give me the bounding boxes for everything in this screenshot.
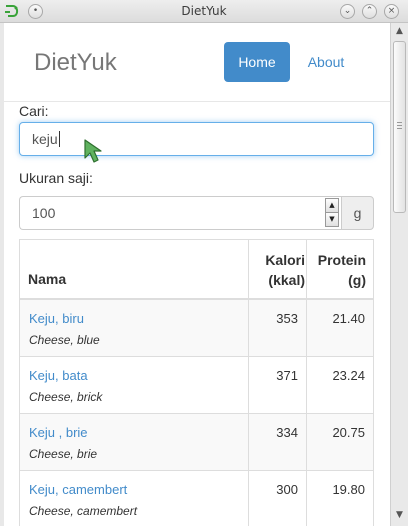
increment-arrow-icon[interactable]: ▲ (325, 198, 339, 213)
food-english-name: Cheese, brie (29, 447, 98, 461)
table-row: Keju, camembert Cheese, camembert 300 19… (20, 471, 373, 526)
food-english-name: Cheese, camembert (29, 504, 138, 518)
decrement-arrow-icon[interactable]: ▼ (325, 212, 339, 227)
nav-about-link[interactable]: About (296, 42, 356, 82)
protein-value: 21.40 (332, 311, 365, 326)
thumb-grip (397, 125, 402, 126)
calories-value: 300 (276, 482, 298, 497)
column-divider (306, 240, 307, 526)
text-caret (58, 131, 60, 147)
nutrition-table: Nama Kalori (kkal) Protein (g) Keju, bir… (19, 239, 374, 526)
navbar-divider (4, 101, 390, 102)
protein-value: 23.24 (332, 368, 365, 383)
protein-header-line1: Protein (317, 252, 366, 268)
maximize-button[interactable]: ⌃ (362, 4, 377, 19)
food-english-name: Cheese, blue (29, 333, 100, 347)
table-row: Keju, bata Cheese, brick 371 23.24 (20, 357, 373, 414)
calories-value: 353 (276, 311, 298, 326)
table-row: Keju , brie Cheese, brie 334 20.75 (20, 414, 373, 471)
calories-header-line1: Kalori (265, 252, 305, 268)
scroll-up-arrow-icon[interactable]: ▲ (393, 25, 406, 38)
thumb-grip (397, 122, 402, 123)
thumb-grip (397, 128, 402, 129)
search-input-value: keju (32, 131, 58, 147)
table-row: Keju, biru Cheese, blue 353 21.40 (20, 300, 373, 357)
serving-unit-addon: g (341, 196, 374, 230)
scrollbar-thumb[interactable] (393, 41, 406, 213)
column-divider (248, 240, 249, 526)
serving-size-stepper[interactable]: ▲ ▼ (325, 198, 339, 228)
window-titlebar: • DietYuk ⌄ ⌃ × (0, 0, 408, 23)
mouse-pointer-icon (84, 139, 102, 163)
nav-home-link[interactable]: Home (224, 42, 290, 82)
serving-size-label: Ukuran saji: (19, 170, 93, 186)
food-name-link[interactable]: Keju , brie (29, 425, 88, 440)
food-name-link[interactable]: Keju, biru (29, 311, 84, 326)
serving-size-value: 100 (32, 205, 56, 221)
protein-header-line2: (g) (348, 272, 366, 288)
close-button[interactable]: × (384, 4, 399, 19)
food-english-name: Cheese, brick (29, 390, 103, 404)
page-content: DietYuk Home About Cari: keju Ukuran saj… (4, 23, 390, 526)
scroll-down-arrow-icon[interactable]: ▼ (393, 509, 406, 522)
search-input[interactable]: keju (19, 122, 374, 156)
food-name-link[interactable]: Keju, bata (29, 368, 88, 383)
calories-value: 334 (276, 425, 298, 440)
protein-value: 19.80 (332, 482, 365, 497)
calories-value: 371 (276, 368, 298, 383)
brand-logo[interactable]: DietYuk (34, 49, 117, 77)
calories-header-line2: (kkal) (268, 272, 305, 288)
minimize-button[interactable]: ⌄ (340, 4, 355, 19)
vertical-scrollbar[interactable]: ▲ ▼ (390, 23, 408, 526)
protein-value: 20.75 (332, 425, 365, 440)
serving-size-input[interactable]: 100 (19, 196, 341, 230)
header-divider (20, 298, 373, 300)
search-label: Cari: (19, 103, 49, 119)
food-name-link[interactable]: Keju, camembert (29, 482, 127, 497)
